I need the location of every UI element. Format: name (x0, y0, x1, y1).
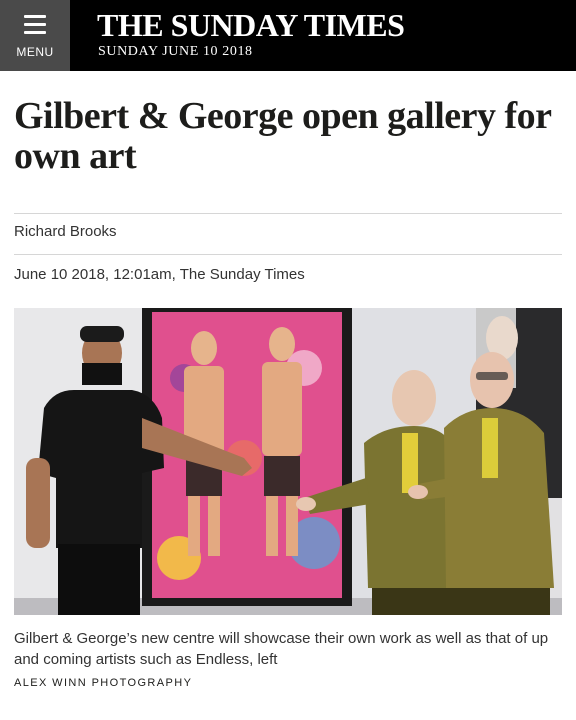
article-photo[interactable] (14, 308, 562, 615)
divider (14, 254, 562, 255)
hamburger-menu-icon (24, 15, 46, 34)
author-byline[interactable]: Richard Brooks (14, 223, 117, 240)
photo-illustration (14, 308, 562, 615)
issue-date: SUNDAY JUNE 10 2018 (98, 44, 253, 59)
brand-logo[interactable]: THE SUNDAY TIMES (97, 7, 405, 44)
divider (14, 213, 562, 214)
article-headline: Gilbert & George open gallery for own ar… (14, 95, 551, 177)
photo-caption: Gilbert & George’s new centre will showc… (14, 630, 549, 668)
photo-credit: ALEX WINN PHOTOGRAPHY (14, 677, 193, 689)
menu-button[interactable]: MENU (0, 0, 70, 71)
menu-label: MENU (16, 45, 54, 59)
publish-dateline: June 10 2018, 12:01am, The Sunday Times (14, 266, 305, 283)
masthead: MENU THE SUNDAY TIMES SUNDAY JUNE 10 201… (0, 0, 576, 71)
